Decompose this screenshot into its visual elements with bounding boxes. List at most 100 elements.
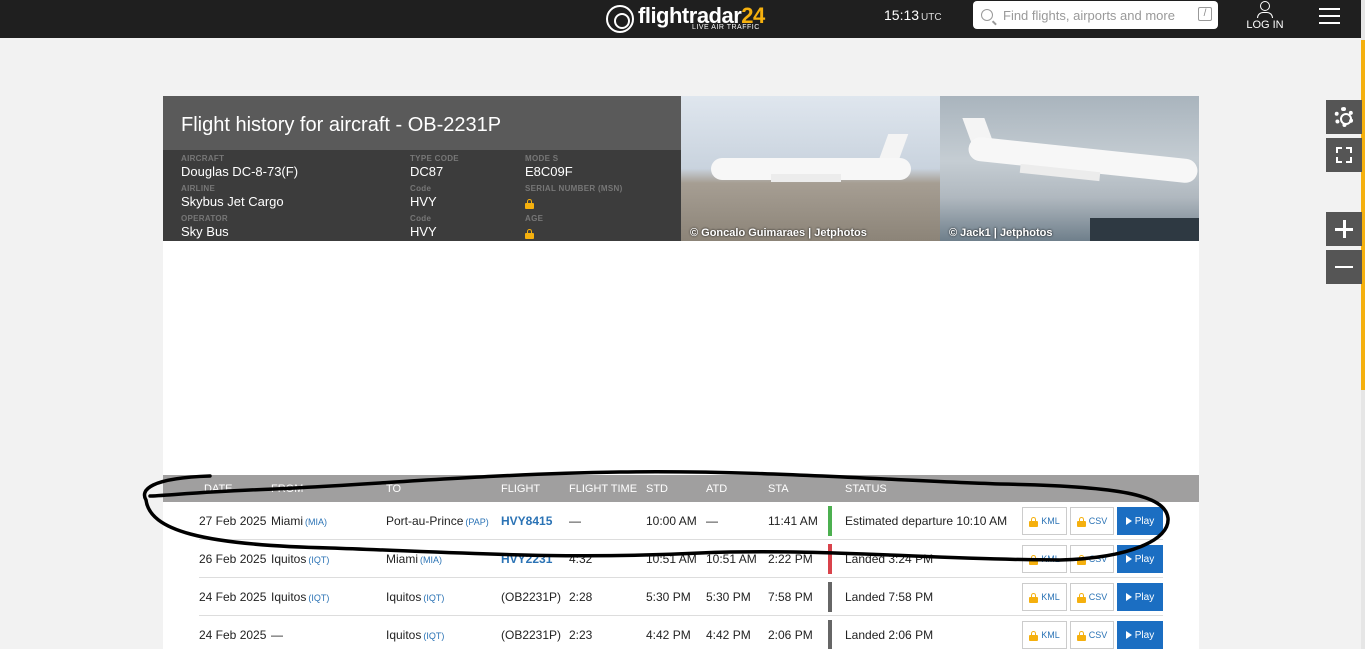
serial-number-locked[interactable] bbox=[525, 196, 534, 211]
lock-icon bbox=[1076, 592, 1086, 603]
row-flight-link[interactable]: HVY8415 bbox=[501, 514, 552, 528]
age-label: AGE bbox=[525, 214, 544, 223]
play-button[interactable]: Play bbox=[1117, 545, 1163, 573]
table-row[interactable]: 24 Feb 2025 — Iquitos (IQT) (OB2231P) 2:2… bbox=[199, 616, 1163, 649]
aircraft-photo-2[interactable]: © Jack1 | Jetphotos bbox=[940, 96, 1199, 241]
col-sta: STA bbox=[768, 483, 789, 495]
row-status: Landed 2:06 PM bbox=[845, 628, 934, 642]
row-date: 24 Feb 2025 bbox=[199, 590, 267, 604]
row-to: Iquitos (IQT) bbox=[386, 628, 445, 642]
col-atd: ATD bbox=[706, 483, 728, 495]
col-flight-time: FLIGHT TIME bbox=[569, 483, 638, 495]
play-button[interactable]: Play bbox=[1117, 507, 1163, 535]
row-to: Miami (MIA) bbox=[386, 552, 442, 566]
airport-code-link[interactable]: (IQT) bbox=[308, 593, 329, 603]
row-flight: (OB2231P) bbox=[501, 590, 562, 604]
row-flight-time: 2:28 bbox=[569, 590, 593, 604]
row-sta: 7:58 PM bbox=[768, 590, 813, 604]
row-flight: (OB2231P) bbox=[501, 628, 562, 642]
radar-logo-icon bbox=[606, 5, 634, 33]
search-input[interactable] bbox=[1003, 7, 1183, 23]
status-indicator bbox=[828, 544, 832, 574]
row-date: 24 Feb 2025 bbox=[199, 628, 267, 642]
login-button[interactable]: LOG IN bbox=[1246, 0, 1284, 38]
row-status: Landed 3:24 PM bbox=[845, 552, 934, 566]
lock-icon bbox=[1076, 516, 1086, 527]
search-box[interactable]: / bbox=[973, 1, 1218, 29]
aircraft-photo-1[interactable]: © Goncalo Guimaraes | Jetphotos bbox=[681, 96, 940, 241]
fullscreen-icon bbox=[1336, 147, 1352, 163]
row-from: Iquitos (IQT) bbox=[271, 552, 330, 566]
operator-value: Sky Bus bbox=[181, 224, 229, 239]
csv-button[interactable]: CSV bbox=[1070, 545, 1114, 573]
row-date: 26 Feb 2025 bbox=[199, 552, 267, 566]
airport-code-link[interactable]: (PAP) bbox=[465, 517, 488, 527]
kml-button[interactable]: KML bbox=[1022, 545, 1067, 573]
lock-icon bbox=[1029, 554, 1039, 565]
row-from: Miami (MIA) bbox=[271, 514, 327, 528]
settings-button[interactable] bbox=[1326, 100, 1362, 134]
play-button[interactable]: Play bbox=[1117, 621, 1163, 649]
fullscreen-button[interactable] bbox=[1326, 138, 1362, 172]
row-atd: 4:42 PM bbox=[706, 628, 751, 642]
table-row[interactable]: 27 Feb 2025 Miami (MIA) Port-au-Prince (PA… bbox=[199, 502, 1163, 540]
serial-number-label: SERIAL NUMBER (MSN) bbox=[525, 184, 623, 193]
row-date: 27 Feb 2025 bbox=[199, 514, 267, 528]
minus-icon bbox=[1335, 265, 1353, 269]
row-status: Landed 7:58 PM bbox=[845, 590, 934, 604]
col-status: STATUS bbox=[845, 483, 887, 495]
col-to: TO bbox=[386, 483, 402, 495]
aircraft-info-block: Flight history for aircraft - OB-2231P A… bbox=[163, 96, 681, 241]
status-indicator bbox=[828, 506, 832, 536]
kml-button[interactable]: KML bbox=[1022, 583, 1067, 611]
airport-code-link[interactable]: (IQT) bbox=[308, 555, 329, 565]
menu-icon[interactable] bbox=[1319, 8, 1340, 24]
photo-building bbox=[1090, 218, 1199, 241]
airline-value: Skybus Jet Cargo bbox=[181, 194, 284, 209]
table-row[interactable]: 24 Feb 2025 Iquitos (IQT) Iquitos (IQT) (O… bbox=[199, 578, 1163, 616]
table-row[interactable]: 26 Feb 2025 Iquitos (IQT) Miami (MIA) HVY2… bbox=[199, 540, 1163, 578]
csv-button[interactable]: CSV bbox=[1070, 583, 1114, 611]
csv-button[interactable]: CSV bbox=[1070, 621, 1114, 649]
airport-code-link[interactable]: (IQT) bbox=[423, 593, 444, 603]
play-icon bbox=[1125, 631, 1132, 639]
login-label: LOG IN bbox=[1246, 19, 1284, 31]
row-std: 10:51 AM bbox=[646, 552, 697, 566]
utc-clock: 15:13 UTC bbox=[884, 7, 942, 23]
user-icon bbox=[1260, 1, 1270, 11]
operator-code-label: Code bbox=[410, 214, 432, 223]
airport-code-link[interactable]: (MIA) bbox=[305, 517, 327, 527]
lock-icon bbox=[525, 229, 534, 239]
user-icon-body bbox=[1257, 12, 1273, 18]
row-std: 4:42 PM bbox=[646, 628, 691, 642]
lock-icon bbox=[1029, 630, 1039, 641]
lock-icon bbox=[1076, 630, 1086, 641]
operator-code-value: HVY bbox=[410, 224, 437, 239]
kml-button[interactable]: KML bbox=[1022, 507, 1067, 535]
row-atd: 10:51 AM bbox=[706, 552, 757, 566]
row-sta: 2:22 PM bbox=[768, 552, 813, 566]
age-locked[interactable] bbox=[525, 226, 534, 241]
table-header: DATE FROM TO FLIGHT FLIGHT TIME STD ATD … bbox=[163, 475, 1199, 502]
zoom-in-button[interactable] bbox=[1326, 212, 1362, 246]
page-title: Flight history for aircraft - OB-2231P bbox=[181, 114, 502, 136]
flight-history-panel: Flight history for aircraft - OB-2231P A… bbox=[163, 96, 1199, 649]
kml-button[interactable]: KML bbox=[1022, 621, 1067, 649]
row-flight-link[interactable]: HVY2231 bbox=[501, 552, 552, 566]
lock-icon bbox=[525, 199, 534, 209]
search-shortcut-key: / bbox=[1198, 7, 1212, 21]
flightradar24-logo[interactable]: flightradar24 LIVE AIR TRAFFIC bbox=[606, 0, 765, 38]
airport-code-link[interactable]: (IQT) bbox=[423, 631, 444, 641]
airport-code-link[interactable]: (MIA) bbox=[420, 555, 442, 565]
zoom-out-button[interactable] bbox=[1326, 250, 1362, 284]
row-sta: 2:06 PM bbox=[768, 628, 813, 642]
top-bar: flightradar24 LIVE AIR TRAFFIC 15:13 UTC … bbox=[0, 0, 1365, 38]
row-std: 10:00 AM bbox=[646, 514, 697, 528]
play-button[interactable]: Play bbox=[1117, 583, 1163, 611]
title-bar: Flight history for aircraft - OB-2231P bbox=[163, 96, 681, 150]
status-indicator bbox=[828, 582, 832, 612]
csv-button[interactable]: CSV bbox=[1070, 507, 1114, 535]
status-indicator bbox=[828, 620, 832, 649]
lock-icon bbox=[1076, 554, 1086, 565]
row-flight-time: 4:32 bbox=[569, 552, 593, 566]
